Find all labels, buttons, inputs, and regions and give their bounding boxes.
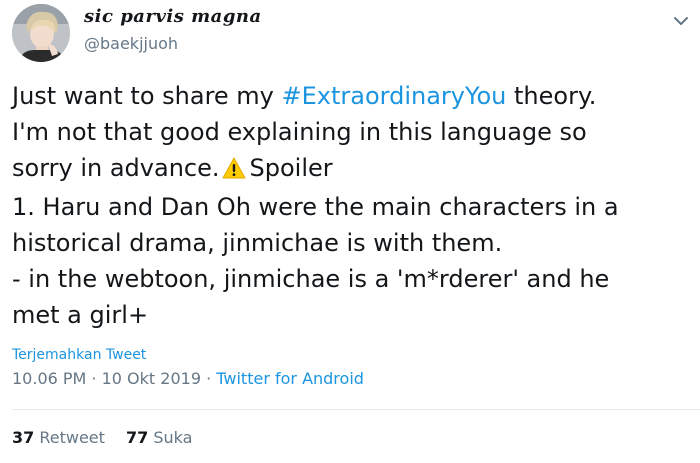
tweet-line: historical drama, jinmichae is with them…	[12, 229, 503, 257]
retweet-label: Retweet	[39, 428, 105, 447]
user-handle[interactable]: @baekjjuoh	[84, 34, 178, 53]
retweet-count-link[interactable]: 37 Retweet	[12, 428, 105, 447]
display-name[interactable]: sic parvis magna	[84, 6, 262, 27]
tweet-text-segment: theory.	[506, 82, 597, 110]
tweet-card: sic parvis magna @baekjjuoh Just want to…	[0, 0, 700, 463]
like-count-link[interactable]: 77 Suka	[126, 428, 192, 447]
tweet-text-segment: Just want to share my	[12, 82, 282, 110]
tweet-line: I'm not that good explaining in this lan…	[12, 118, 587, 146]
like-label: Suka	[153, 428, 193, 447]
tweet-text: Just want to share my #ExtraordinaryYou …	[12, 78, 688, 333]
hashtag-link[interactable]: #ExtraordinaryYou	[282, 82, 507, 110]
translate-tweet-link[interactable]: Terjemahkan Tweet	[12, 347, 146, 363]
tweet-date[interactable]: 10 Okt 2019	[102, 369, 201, 388]
tweet-time[interactable]: 10.06 PM	[12, 369, 86, 388]
tweet-source-link[interactable]: Twitter for Android	[216, 369, 364, 388]
tweet-line: met a girl+	[12, 301, 149, 329]
chevron-down-icon[interactable]	[672, 12, 690, 25]
tweet-stats: 37 Retweet 77 Suka	[12, 428, 208, 447]
avatar[interactable]	[12, 4, 70, 62]
meta-separator: ·	[86, 369, 102, 388]
tweet-line: Just want to share my #ExtraordinaryYou …	[12, 78, 688, 114]
tweet-meta: 10.06 PM · 10 Okt 2019 · Twitter for And…	[12, 369, 364, 388]
warning-sign-icon	[222, 153, 246, 189]
tweet-line: sorry in advance. Spoiler	[12, 150, 688, 189]
tweet-text-segment: sorry in advance.	[12, 154, 220, 182]
tweet-line: - in the webtoon, jinmichae is a 'm*rder…	[12, 265, 610, 293]
divider	[12, 409, 700, 410]
profile-photo-icon	[12, 4, 70, 62]
meta-separator: ·	[201, 369, 217, 388]
like-count: 77	[126, 428, 149, 447]
tweet-text-segment: Spoiler	[249, 154, 333, 182]
retweet-count: 37	[12, 428, 35, 447]
tweet-line: 1. Haru and Dan Oh were the main charact…	[12, 193, 619, 221]
